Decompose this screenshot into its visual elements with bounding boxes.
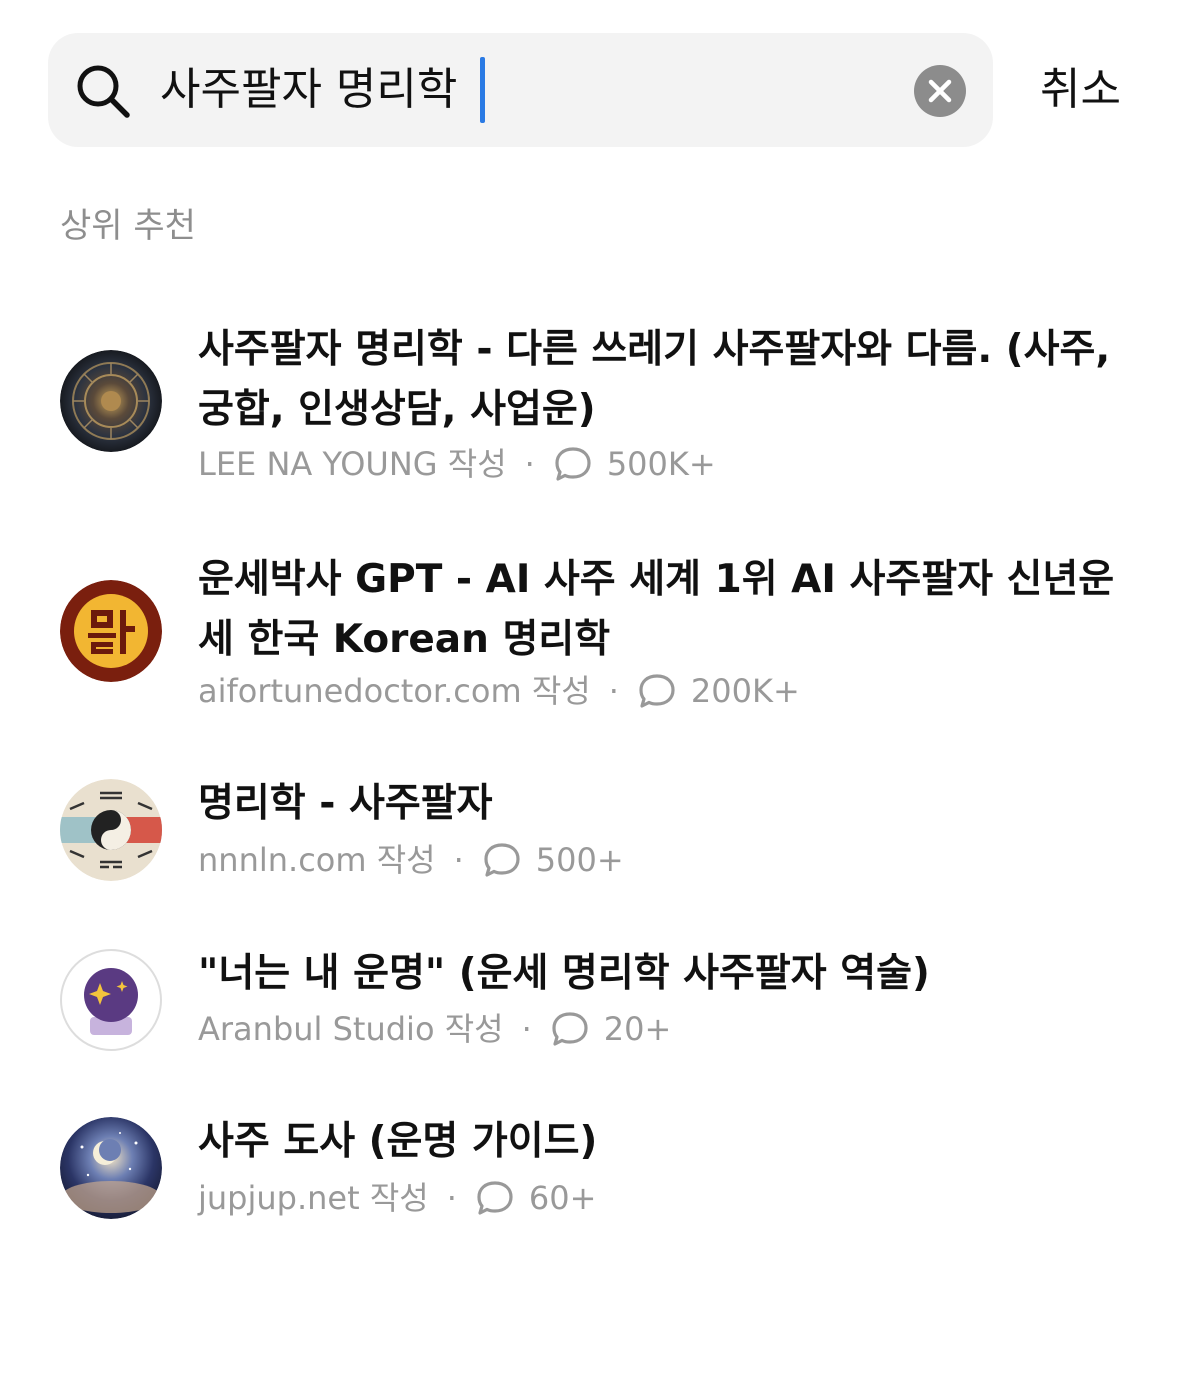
result-count: 200K+ — [690, 672, 800, 710]
result-avatar — [60, 580, 162, 682]
result-avatar — [60, 949, 162, 1051]
search-input[interactable]: 사주팔자 명리학 — [160, 58, 457, 122]
bagua-icon — [60, 779, 162, 881]
result-title: "너는 내 운명" (운세 명리학 사주팔자 역술) — [198, 951, 930, 996]
chat-bubble-icon — [555, 447, 591, 481]
result-meta: LEE NA YOUNG 작성 · 500K+ — [198, 441, 716, 487]
result-title: 사주 도사 (운명 가이드) — [198, 1119, 598, 1164]
chat-bubble-icon — [639, 674, 675, 708]
chat-bubble-icon — [484, 843, 520, 877]
chat-bubble-icon — [552, 1012, 588, 1046]
close-icon — [928, 79, 952, 103]
result-item[interactable]: 사주 도사 (운명 가이드) jupjup.net 작성 · 60+ — [0, 1108, 1179, 1238]
search-bar: 사주팔자 명리학 취소 — [0, 0, 1179, 180]
cancel-button[interactable]: 취소 — [1040, 58, 1121, 122]
result-meta: nnnln.com 작성 · 500+ — [198, 837, 624, 883]
crystal-ball-icon — [84, 968, 138, 1035]
result-meta: aifortunedoctor.com 작성 · 200K+ — [198, 668, 800, 714]
result-count: 20+ — [603, 1010, 672, 1048]
cosmic-moon-icon — [60, 1117, 162, 1219]
result-author: nnnln.com 작성 — [198, 841, 436, 879]
meta-separator: · — [453, 841, 464, 879]
result-item[interactable]: 운세박사 GPT - AI 사주 세계 1위 AI 사주팔자 신년운세 한국 K… — [0, 540, 1179, 730]
meta-separator: · — [446, 1179, 457, 1217]
result-avatar — [60, 350, 162, 452]
clear-search-button[interactable] — [914, 65, 966, 117]
result-author: jupjup.net 작성 — [198, 1179, 429, 1217]
meta-separator: · — [521, 1010, 532, 1048]
text-caret — [480, 57, 485, 123]
result-title: 운세박사 GPT - AI 사주 세계 1위 AI 사주팔자 신년운세 한국 K… — [198, 557, 1115, 662]
zodiac-wheel-icon — [60, 350, 162, 452]
result-item[interactable]: "너는 내 운명" (운세 명리학 사주팔자 역술) Aranbul Studi… — [0, 940, 1179, 1070]
search-icon — [77, 65, 130, 118]
result-count: 500K+ — [606, 445, 716, 483]
result-meta: Aranbul Studio 작성 · 20+ — [198, 1006, 671, 1052]
result-author: aifortunedoctor.com 작성 — [198, 672, 591, 710]
result-count: 500+ — [535, 841, 624, 879]
result-title: 사주팔자 명리학 - 다른 쓰레기 사주팔자와 다름. (사주, 궁합, 인생상… — [198, 327, 1111, 432]
result-author: LEE NA YOUNG 작성 — [198, 445, 507, 483]
chat-bubble-icon — [477, 1181, 513, 1215]
result-item[interactable]: 명리학 - 사주팔자 nnnln.com 작성 · 500+ — [0, 770, 1179, 900]
meta-separator: · — [524, 445, 535, 483]
result-count: 60+ — [528, 1179, 597, 1217]
result-title: 명리학 - 사주팔자 — [198, 781, 493, 826]
result-author: Aranbul Studio 작성 — [198, 1010, 504, 1048]
result-avatar — [60, 779, 162, 881]
section-heading: 상위 추천 — [60, 206, 196, 246]
meta-separator: · — [608, 672, 619, 710]
result-item[interactable]: 사주팔자 명리학 - 다른 쓰레기 사주팔자와 다름. (사주, 궁합, 인생상… — [0, 310, 1179, 500]
result-avatar — [60, 1117, 162, 1219]
result-meta: jupjup.net 작성 · 60+ — [198, 1175, 596, 1221]
fortune-doctor-logo-icon — [60, 580, 162, 682]
